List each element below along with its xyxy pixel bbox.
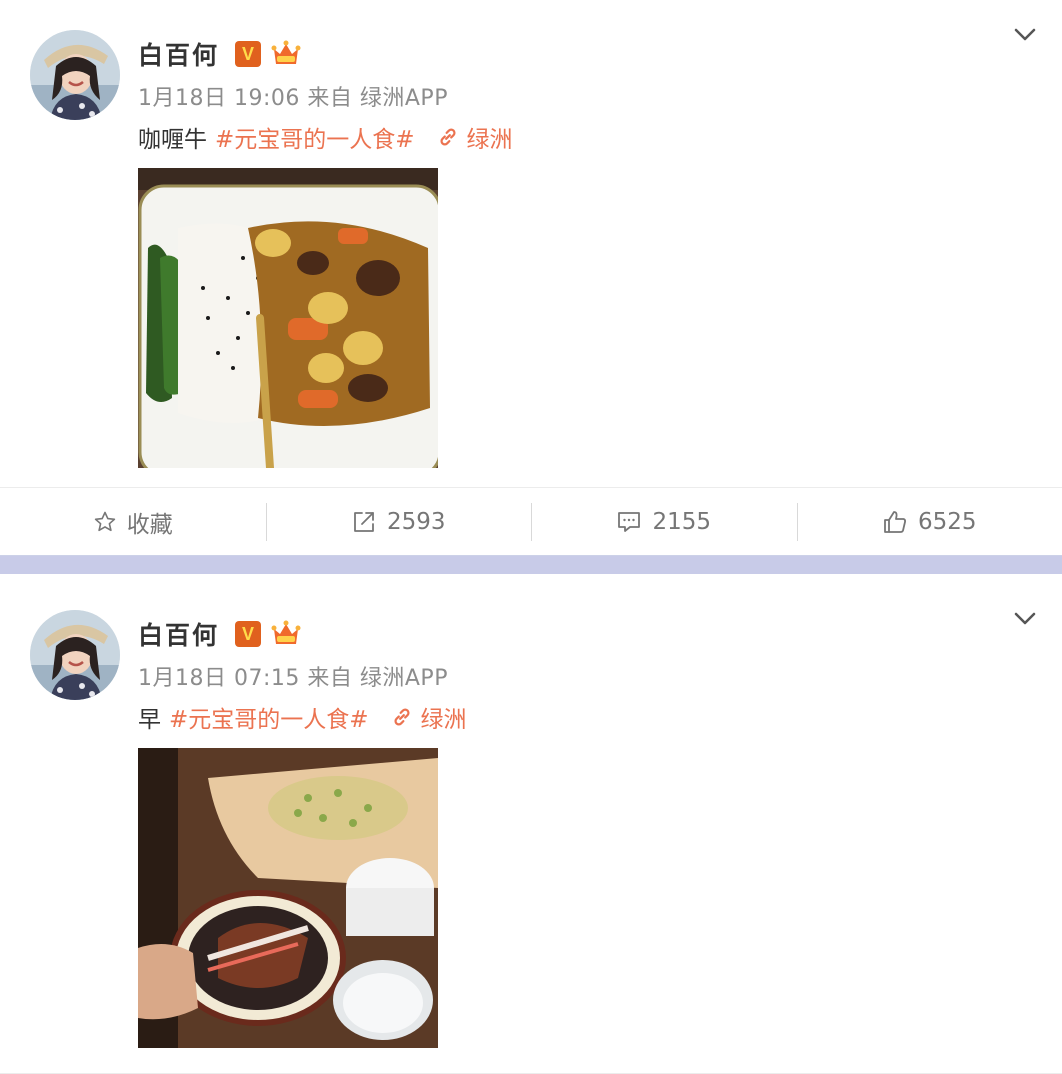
post-text: 早: [138, 707, 161, 733]
location-link[interactable]: 绿洲: [391, 700, 467, 734]
like-count: 6525: [917, 509, 977, 535]
link-icon: [394, 708, 410, 726]
post-image-curry-beef[interactable]: [138, 168, 438, 468]
like-button[interactable]: 6525: [796, 488, 1062, 556]
user-avatar[interactable]: [30, 610, 120, 700]
topic-link[interactable]: #元宝哥的一人食#: [215, 120, 415, 154]
post-image-breakfast[interactable]: [138, 748, 438, 1048]
comment-count: 2155: [652, 509, 712, 535]
location-link[interactable]: 绿洲: [437, 120, 513, 154]
weibo-post: 白百何 V 1月18日 19:06 来自 绿洲APP 咖喱牛 #元宝哥的一人食#…: [0, 0, 1062, 555]
post-text: 咖喱牛: [138, 127, 207, 153]
crown-badge-icon: [271, 40, 301, 68]
favorite-label: 收藏: [126, 512, 173, 538]
post-action-bar: 收藏 2593 2155 6525: [0, 487, 1062, 556]
favorite-button[interactable]: 收藏: [0, 488, 266, 556]
comment-icon: [618, 512, 641, 532]
link-icon: [440, 128, 456, 146]
post-content: 早 #元宝哥的一人食# 绿洲: [138, 700, 467, 734]
verified-badge-icon: V: [235, 621, 262, 647]
location-label: 绿洲: [466, 127, 513, 153]
user-name-row: 白百何 V: [138, 614, 301, 654]
weibo-post: 白百何 V 1月18日 07:15 来自 绿洲APP 早 #元宝哥的一人食# 绿…: [0, 574, 1062, 1074]
post-meta: 1月18日 07:15 来自 绿洲APP: [138, 666, 448, 691]
verified-badge-icon: V: [235, 41, 262, 67]
comment-button[interactable]: 2155: [531, 488, 797, 556]
post-content: 咖喱牛 #元宝哥的一人食# 绿洲: [138, 120, 513, 154]
repost-count: 2593: [386, 509, 446, 535]
topic-link[interactable]: #元宝哥的一人食#: [169, 700, 369, 734]
share-icon: [354, 512, 374, 532]
repost-button[interactable]: 2593: [265, 488, 532, 556]
chevron-down-icon[interactable]: [1014, 28, 1036, 42]
post-separator: [0, 555, 1062, 574]
chevron-down-icon[interactable]: [1014, 612, 1036, 626]
crown-badge-icon: [271, 620, 301, 648]
user-name[interactable]: 白百何: [138, 616, 219, 652]
user-avatar[interactable]: [30, 30, 120, 120]
thumbs-up-icon: [884, 511, 906, 533]
star-icon: [94, 511, 115, 532]
user-name[interactable]: 白百何: [138, 36, 219, 72]
user-name-row: 白百何 V: [138, 34, 301, 74]
location-label: 绿洲: [420, 707, 467, 733]
post-meta: 1月18日 19:06 来自 绿洲APP: [138, 86, 448, 111]
